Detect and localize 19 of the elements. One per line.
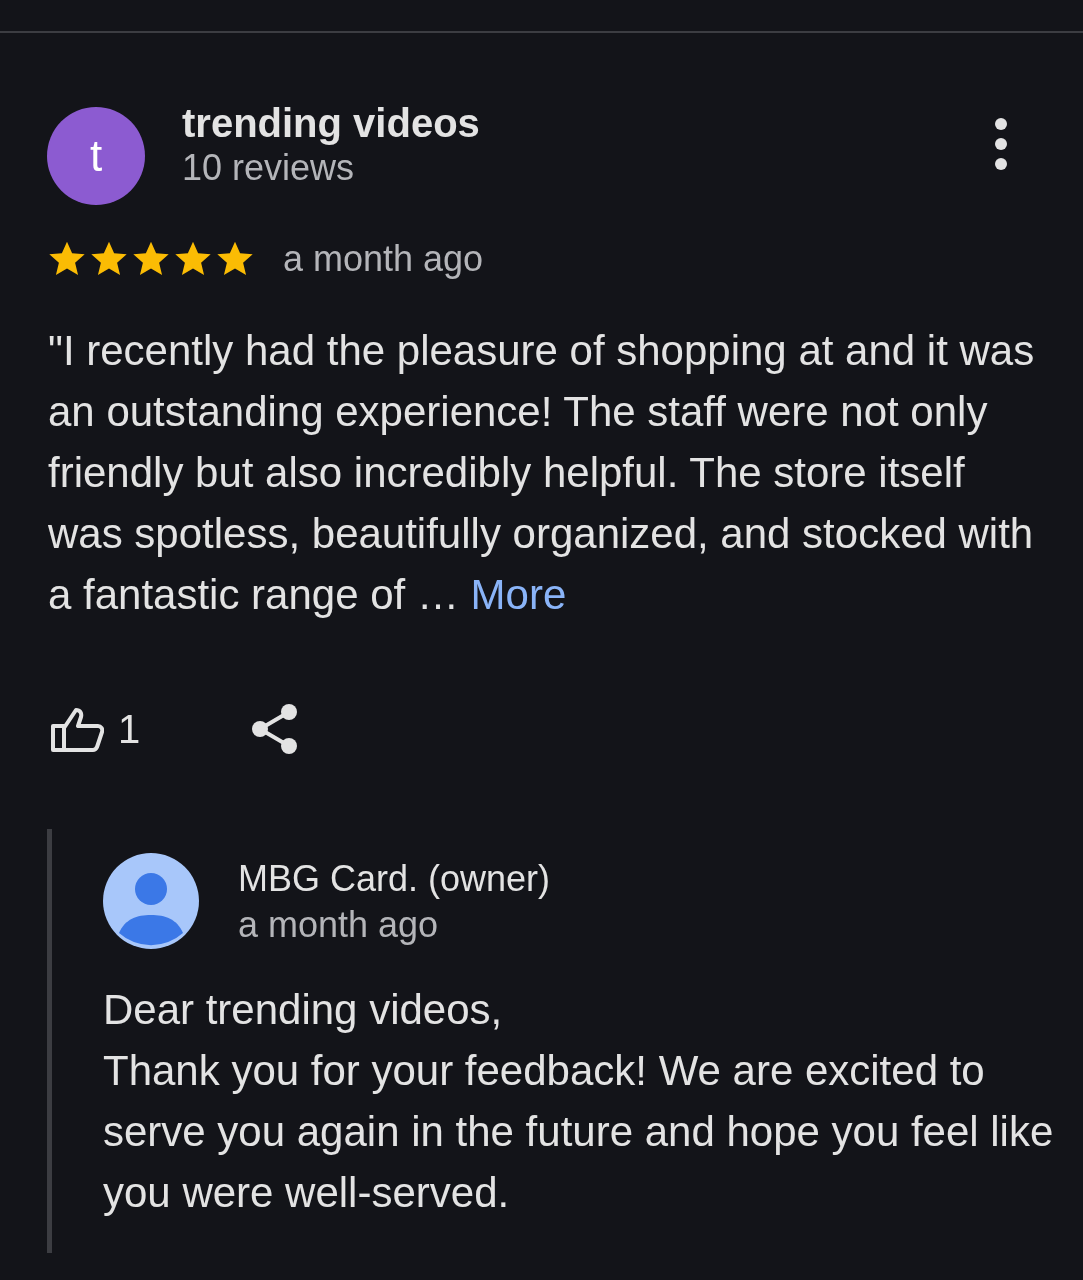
reply-greeting: Dear trending videos,: [103, 985, 504, 1035]
star-icon: [131, 240, 171, 278]
star-icon: [215, 240, 255, 278]
star-icon: [47, 240, 87, 278]
share-icon[interactable]: [250, 703, 300, 755]
owner-avatar-icon: [103, 853, 199, 949]
owner-name: MBG Card. (owner): [238, 857, 552, 901]
more-link[interactable]: More: [470, 571, 567, 618]
thumbs-up-icon[interactable]: [50, 706, 104, 752]
review-count: 10 reviews: [182, 146, 356, 190]
reviewer-name: trending videos: [182, 100, 481, 146]
reply-text: Thank you for your feedback! We are excited to serve you again in the future and hope you feel like you were well-served.: [103, 1046, 1055, 1218]
star-icon: [89, 240, 129, 278]
reply-time: a month ago: [238, 903, 440, 947]
review-time: a month ago: [283, 237, 484, 281]
like-count: 1: [118, 706, 141, 752]
star-icon: [173, 240, 213, 278]
review-text: "I recently had the pleasure of shopping at and it was an outstanding experience! The staff were not only friendly but also incredibly helpful. The store itself was spotless, beautifully organized, and stocked with a fantastic range of … More: [48, 326, 1036, 620]
avatar: t: [47, 107, 145, 205]
